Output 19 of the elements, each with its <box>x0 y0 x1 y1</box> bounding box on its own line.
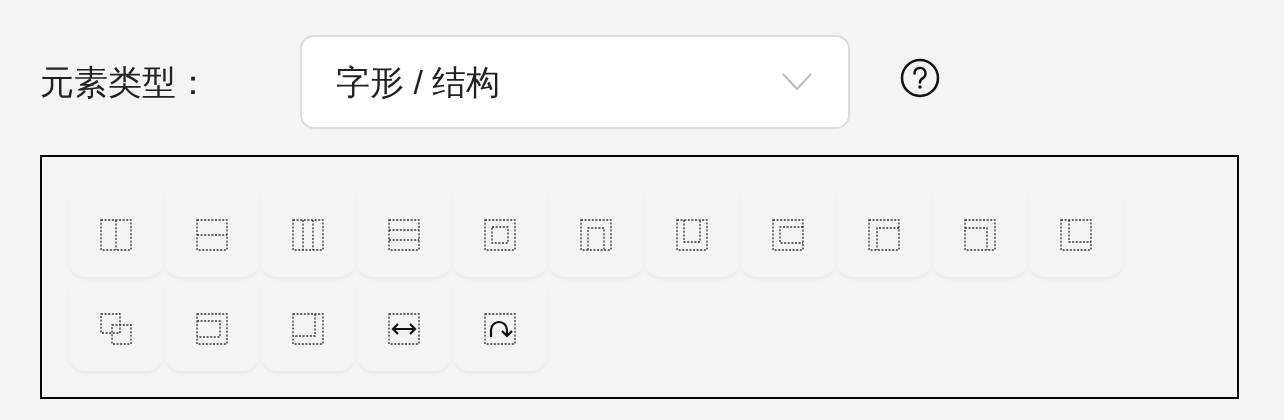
open-bottom-frame-icon <box>580 219 612 251</box>
open-top-frame-icon <box>676 219 708 251</box>
left-right-split-icon <box>100 219 132 251</box>
lower-left-corner-icon <box>1060 219 1092 251</box>
field-label: 元素类型： <box>40 61 211 103</box>
lower-right-corner-icon <box>292 313 324 345</box>
dropdown-value: 字形 / 结构 <box>336 61 501 103</box>
top-bottom-split-icon <box>196 219 228 251</box>
upper-right-corner-icon <box>964 219 996 251</box>
open-left-frame-icon <box>196 313 228 345</box>
overlapping-squares-icon <box>100 313 132 345</box>
upper-left-corner-icon <box>868 219 900 251</box>
type-dropdown[interactable]: 字形 / 结构 <box>300 35 850 129</box>
open-right-frame-icon <box>772 219 804 251</box>
help-icon[interactable] <box>900 58 940 98</box>
three-row-split-icon <box>388 219 420 251</box>
three-column-split-icon <box>292 219 324 251</box>
chevron-down-icon <box>782 73 812 91</box>
nested-square-icon <box>484 219 516 251</box>
